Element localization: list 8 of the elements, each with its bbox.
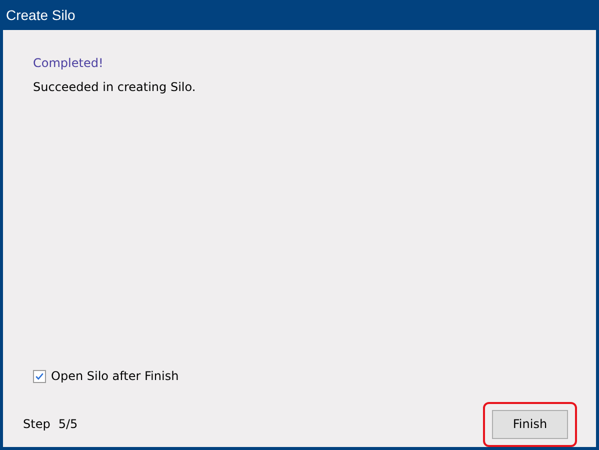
status-heading: Completed!	[33, 56, 104, 70]
step-count: 5/5	[58, 417, 78, 431]
step-label: Step	[23, 417, 50, 431]
finish-button[interactable]: Finish	[492, 410, 568, 438]
checkbox[interactable]	[33, 370, 46, 382]
window-title: Create Silo	[6, 7, 76, 23]
checkbox-label[interactable]: Open Silo after Finish	[51, 369, 179, 383]
status-message: Succeeded in creating Silo.	[33, 80, 197, 94]
